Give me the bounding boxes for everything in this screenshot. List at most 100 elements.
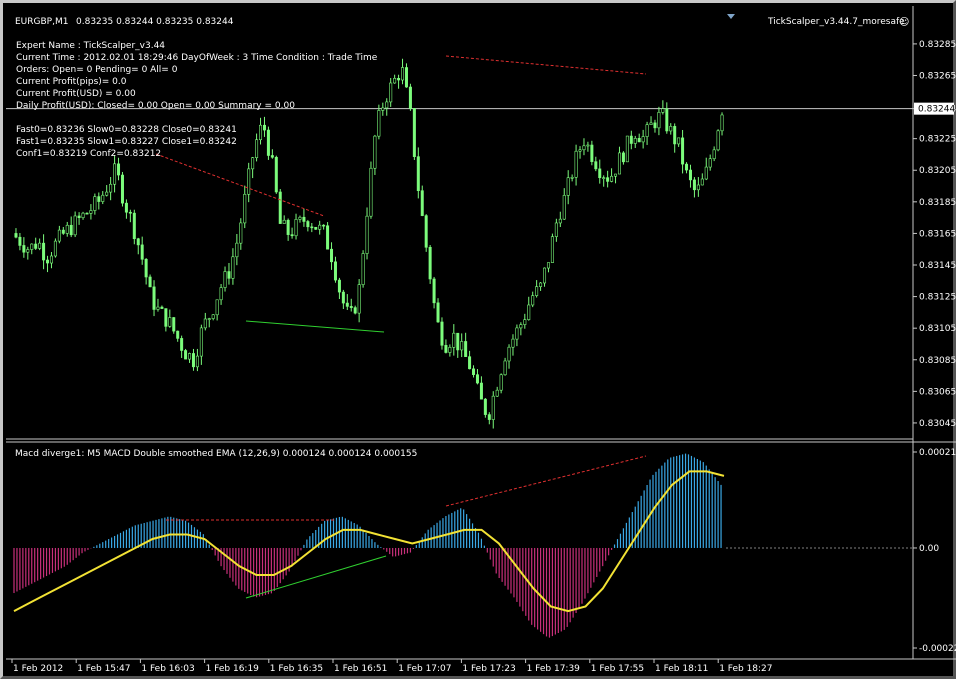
candle-body (712, 149, 716, 160)
candle-body (306, 221, 310, 228)
macd-pane[interactable] (13, 453, 913, 638)
symbol-label: EURGBP,M1 (15, 17, 68, 27)
candle-body (117, 163, 121, 176)
macd-tick-label: 0.00 (919, 544, 939, 554)
candle-body (286, 219, 290, 235)
time-tick-label: 1 Feb 2012 (13, 664, 63, 674)
candle-body (594, 161, 598, 170)
time-tick-label: 1 Feb 16:03 (141, 664, 194, 674)
expert-info-panel: Expert Name : TickScalper_v3.44 Current T… (16, 41, 378, 159)
candle-body (515, 327, 519, 340)
price-tick-label: 0.83085 (919, 356, 956, 366)
candle-body (369, 167, 373, 217)
candle-body (495, 389, 499, 397)
candle-body (543, 267, 547, 284)
candle-body (649, 122, 653, 126)
candle-body (57, 229, 61, 242)
candle-body (503, 360, 507, 376)
candle-body (172, 317, 176, 332)
macd-header-label: Macd diverge1: M5 MACD Double smoothed E… (15, 449, 417, 459)
candle-body (546, 262, 550, 269)
candle-body (188, 353, 192, 360)
candle-body (18, 236, 22, 246)
candle-body (239, 222, 243, 244)
candle-body (688, 169, 692, 181)
candle-body (460, 341, 464, 351)
candle-body (128, 211, 132, 214)
candle-body (645, 124, 649, 137)
candle-body (539, 282, 543, 287)
candle-body (412, 108, 416, 157)
candle-body (199, 327, 203, 357)
candle-body (152, 286, 156, 310)
candle-body (519, 324, 523, 329)
candle-body (148, 276, 152, 288)
candle-body (629, 135, 633, 144)
candle-body (523, 319, 527, 325)
chart-canvas[interactable]: 0.83285 0.83265 0.83244 0.83225 0.83205 0.831… (6, 6, 956, 679)
candle-body (625, 135, 629, 163)
candle-body (53, 240, 57, 257)
time-tick-label: 1 Feb 17:23 (462, 664, 515, 674)
candle-body (341, 291, 345, 304)
macd-tick-label: 0.000213 (919, 448, 956, 458)
shift-marker-icon[interactable] (727, 14, 735, 19)
candle-body (318, 224, 322, 230)
price-pane[interactable] (6, 55, 913, 429)
candle-body (554, 222, 558, 237)
candle-body (685, 163, 689, 171)
candle-body (590, 144, 594, 162)
candle-body (475, 374, 479, 384)
candle-body (365, 215, 369, 254)
candle-body (661, 108, 665, 113)
chart-window: 0.83285 0.83265 0.83244 0.83225 0.83205 0.831… (0, 0, 956, 679)
candle-body (637, 138, 641, 143)
candle-body (85, 212, 89, 215)
price-divergence-line (155, 153, 325, 217)
candle-body (207, 318, 211, 320)
candle-body (527, 304, 531, 320)
info-line: Daily Profit(USD): Closed= 0.00 Open= 0.… (16, 101, 295, 111)
candle-body (444, 344, 448, 353)
candle-body (401, 67, 405, 81)
time-tick-label: 1 Feb 18:27 (719, 664, 772, 674)
indicator-name-label: TickScalper_v3.44.7_moresafe (767, 17, 905, 27)
candle-body (132, 212, 136, 240)
candle-body (511, 338, 515, 348)
candle-body (472, 368, 476, 375)
candle-body (180, 338, 184, 351)
candle-body (377, 110, 381, 137)
price-tick-label: 0.83105 (919, 324, 956, 334)
candle-body (582, 145, 586, 151)
candle-body (507, 346, 511, 362)
candle-body (314, 226, 318, 230)
candle-body (227, 271, 231, 279)
candle-body (487, 414, 491, 420)
candle-body (535, 286, 539, 296)
candle-body (479, 382, 483, 400)
candle-body (26, 249, 30, 253)
candle-body (408, 86, 412, 109)
price-divergence-line (245, 320, 385, 333)
candle-body (361, 253, 365, 285)
candle-body (708, 158, 712, 168)
candle-body (266, 129, 270, 156)
candle-body (65, 224, 69, 234)
candle-body (176, 330, 180, 339)
candle-body (393, 78, 397, 84)
candle-body (77, 215, 81, 218)
candle-body (259, 124, 263, 141)
macd-divergence-line (245, 555, 387, 599)
candle-body (665, 108, 669, 132)
candle-body (191, 353, 195, 368)
info-line: Fast1=0.83235 Slow1=0.83227 Close1=0.832… (16, 137, 237, 147)
candle-body (46, 259, 50, 264)
candle-body (144, 258, 148, 278)
candle-body (345, 302, 349, 307)
candle-body (38, 242, 42, 249)
candle-body (290, 234, 294, 237)
candle-body (219, 287, 223, 301)
candle-body (109, 183, 113, 193)
macd-tick-label: -0.000222 (919, 644, 956, 654)
candle-body (586, 144, 590, 147)
